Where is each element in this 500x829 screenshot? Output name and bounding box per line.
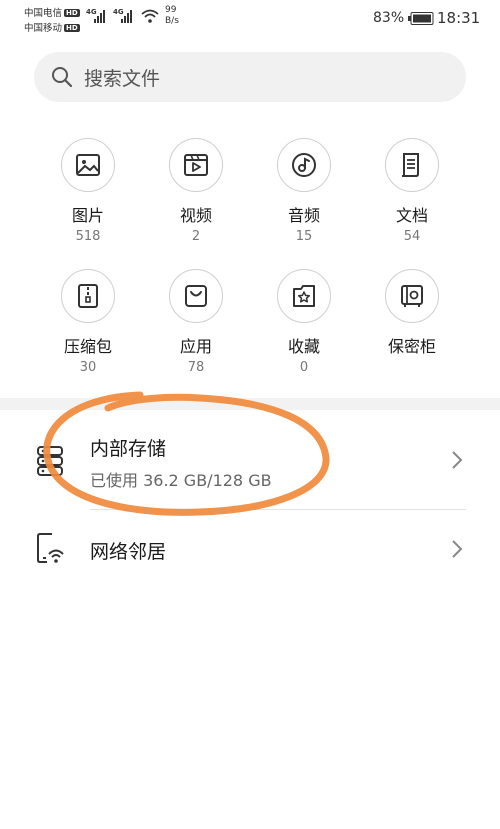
section-divider xyxy=(0,398,500,410)
network-neighborhood-row[interactable]: 网络邻居 xyxy=(0,512,500,588)
category-favorites[interactable]: 收藏 0 xyxy=(250,269,358,375)
music-icon xyxy=(277,138,331,192)
category-count: 518 xyxy=(75,229,101,244)
status-bar: 中国电信 HD 中国移动 HD 4G 4G 99 B/s 83% 18:31 xyxy=(0,0,500,38)
search-placeholder: 搜索文件 xyxy=(84,68,161,90)
network-speed: 99 B/s xyxy=(165,5,179,26)
category-label: 收藏 xyxy=(287,337,320,356)
battery-percent: 83% xyxy=(373,10,405,26)
category-count: 2 xyxy=(191,229,201,244)
storage-icon xyxy=(37,446,63,476)
category-label: 文档 xyxy=(395,206,428,225)
clock: 18:31 xyxy=(437,9,481,27)
document-icon xyxy=(385,138,439,192)
category-archives[interactable]: 压缩包 30 xyxy=(34,269,142,375)
search-icon xyxy=(52,67,73,88)
storage-title: 内部存储 xyxy=(90,438,167,460)
category-videos[interactable]: 视频 2 xyxy=(142,138,250,244)
archive-icon xyxy=(61,269,115,323)
storage-usage: 已使用 36.2 GB/128 GB xyxy=(90,471,272,490)
chevron-right-icon xyxy=(452,540,463,558)
category-label: 应用 xyxy=(179,337,212,356)
category-count: 54 xyxy=(403,229,421,244)
category-images[interactable]: 图片 518 xyxy=(34,138,142,244)
category-count: 0 xyxy=(299,360,309,375)
category-count: 78 xyxy=(187,360,205,375)
chevron-right-icon xyxy=(452,451,463,469)
row-divider xyxy=(90,509,466,510)
video-icon xyxy=(169,138,223,192)
category-count: 30 xyxy=(79,360,97,375)
category-audio[interactable]: 音频 15 xyxy=(250,138,358,244)
carrier-mobile: 中国移动 HD xyxy=(24,23,80,34)
category-documents[interactable]: 文档 54 xyxy=(358,138,466,244)
battery-icon xyxy=(408,12,434,25)
signal-icon xyxy=(94,10,105,23)
safe-icon xyxy=(385,269,439,323)
category-apps[interactable]: 应用 78 xyxy=(142,269,250,375)
phone-wifi-icon xyxy=(37,533,64,563)
favorite-icon xyxy=(277,269,331,323)
signal-icon xyxy=(121,10,132,23)
category-label: 图片 xyxy=(71,206,104,225)
category-count: 15 xyxy=(295,229,313,244)
image-icon xyxy=(61,138,115,192)
category-safe[interactable]: 保密柜 xyxy=(358,269,466,360)
app-bag-icon xyxy=(169,269,223,323)
wifi-icon xyxy=(141,9,159,23)
category-label: 压缩包 xyxy=(63,337,112,356)
category-label: 保密柜 xyxy=(387,337,436,356)
carrier-telecom: 中国电信 HD xyxy=(24,8,80,19)
search-input[interactable]: 搜索文件 xyxy=(34,52,466,102)
category-label: 视频 xyxy=(179,206,212,225)
internal-storage-row[interactable]: 内部存储 已使用 36.2 GB/128 GB xyxy=(0,410,500,510)
network-title: 网络邻居 xyxy=(90,541,167,563)
category-label: 音频 xyxy=(287,206,320,225)
